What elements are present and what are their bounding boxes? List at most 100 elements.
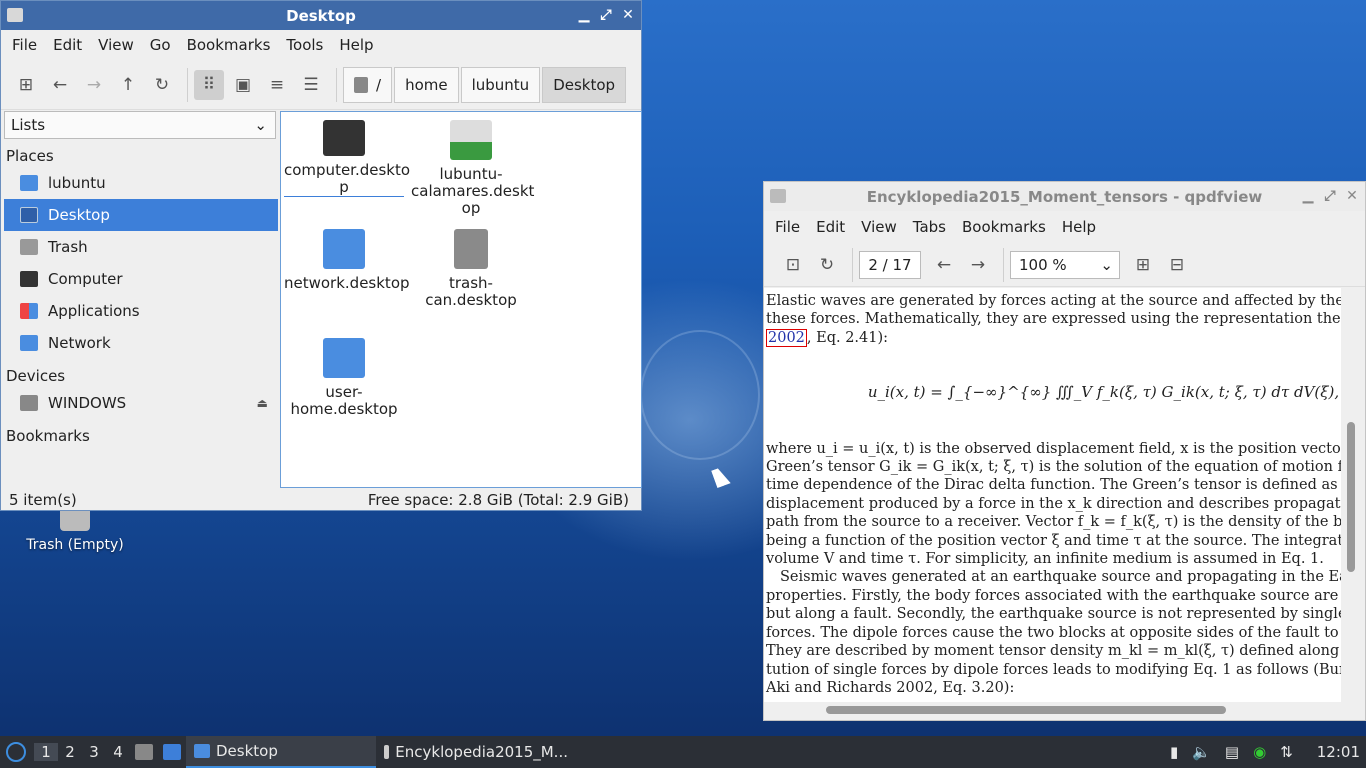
- menu-file[interactable]: File: [4, 36, 45, 54]
- breadcrumb-root[interactable]: /: [343, 66, 393, 103]
- file-manager-launcher-icon[interactable]: [135, 744, 153, 760]
- desktop-trash-icon[interactable]: Trash (Empty): [20, 505, 130, 553]
- icon-view-button[interactable]: ⠿: [194, 69, 224, 100]
- file-trash-can-desktop[interactable]: trash- can.desktop: [411, 221, 531, 309]
- network-folder-icon: [20, 335, 38, 351]
- menu-help[interactable]: Help: [331, 36, 381, 54]
- sidebar-item-network[interactable]: Network: [4, 327, 278, 359]
- workspace-4[interactable]: 4: [106, 743, 130, 761]
- folder-icon: [7, 8, 23, 22]
- breadcrumb-lubuntu[interactable]: lubuntu: [460, 66, 541, 103]
- network-icon[interactable]: ⇅: [1280, 743, 1293, 761]
- task-desktop[interactable]: Desktop: [186, 736, 376, 768]
- update-notifier-icon[interactable]: ◉: [1253, 743, 1266, 761]
- eject-icon[interactable]: ⏏: [257, 396, 268, 410]
- desktop-icon: [20, 207, 38, 223]
- menu-bookmarks[interactable]: Bookmarks: [179, 36, 279, 54]
- doc-line: being a function of the position vector …: [766, 532, 1341, 549]
- menu-file[interactable]: File: [767, 218, 808, 236]
- file-user-home-desktop[interactable]: user- home.desktop: [284, 330, 404, 418]
- file-network-desktop[interactable]: network.desktop: [284, 221, 410, 292]
- workspace-3[interactable]: 3: [82, 743, 106, 761]
- detailed-view-button[interactable]: ☰: [296, 70, 326, 100]
- sidebar-item-lubuntu[interactable]: lubuntu: [4, 167, 278, 199]
- minimize-button[interactable]: ▁: [577, 6, 591, 24]
- back-button[interactable]: ←: [45, 70, 75, 100]
- zoom-out-button[interactable]: ⊟: [1162, 250, 1192, 280]
- breadcrumb-desktop[interactable]: Desktop: [542, 66, 627, 103]
- close-button[interactable]: ✕: [1345, 187, 1359, 205]
- menu-help[interactable]: Help: [1054, 218, 1104, 236]
- pdf-viewer-window: Encyklopedia2015_Moment_tensors - qpdfvi…: [763, 181, 1366, 721]
- maximize-button[interactable]: ⤢: [599, 6, 613, 24]
- vertical-scrollbar[interactable]: [1347, 422, 1355, 572]
- sidebar-item-applications[interactable]: Applications: [4, 295, 278, 327]
- file-lubuntu-calamares-desktop[interactable]: lubuntu- calamares.deskt op: [411, 112, 535, 217]
- system-tray: ▮ 🔈 ▤ ◉ ⇅ 12:01: [1170, 743, 1366, 761]
- chevron-down-icon: ⌄: [1100, 255, 1113, 274]
- drive-icon: [354, 76, 368, 93]
- sidebar-item-trash[interactable]: Trash: [4, 231, 278, 263]
- new-tab-button[interactable]: ⊞: [11, 70, 41, 100]
- refresh-button[interactable]: ↻: [812, 250, 842, 280]
- fm-menubar: File Edit View Go Bookmarks Tools Help: [1, 30, 641, 60]
- compact-view-button[interactable]: ≡: [262, 70, 292, 100]
- file-computer-desktop[interactable]: computer.deskto p: [284, 112, 410, 197]
- horizontal-scrollbar[interactable]: [826, 706, 1226, 714]
- citation-link[interactable]: 2002: [766, 328, 807, 347]
- minimize-button[interactable]: ▁: [1301, 187, 1315, 205]
- side-pane-mode-value: Lists: [11, 116, 46, 134]
- sidebar-item-label: lubuntu: [48, 174, 106, 192]
- menu-view[interactable]: View: [90, 36, 142, 54]
- menu-tabs[interactable]: Tabs: [905, 218, 954, 236]
- task-label: Desktop: [216, 742, 278, 760]
- reload-button[interactable]: ↻: [147, 70, 177, 100]
- breadcrumb-home[interactable]: home: [394, 66, 459, 103]
- volume-icon[interactable]: 🔈: [1192, 743, 1211, 761]
- fm-titlebar[interactable]: Desktop ▁ ⤢ ✕: [1, 1, 641, 30]
- fm-toolbar: ⊞ ← → ↑ ↻ ⠿ ▣ ≡ ☰ / home lubuntu Desktop: [1, 60, 641, 110]
- file-view[interactable]: computer.deskto p lubuntu- calamares.des…: [280, 111, 642, 488]
- sidebar-item-computer[interactable]: Computer: [4, 263, 278, 295]
- doc-line: path from the source to a receiver. Vect…: [766, 514, 1341, 531]
- installer-icon: [450, 120, 492, 160]
- menu-go[interactable]: Go: [142, 36, 179, 54]
- doc-line: Aki and Richards 2002, Eq. 3.20):: [766, 679, 1015, 696]
- sidebar-item-desktop[interactable]: Desktop: [4, 199, 278, 231]
- sidebar-item-windows[interactable]: WINDOWS ⏏: [4, 387, 278, 419]
- maximize-button[interactable]: ⤢: [1323, 187, 1337, 205]
- file-label: lubuntu- calamares.deskt op: [411, 165, 535, 217]
- thumbnail-view-button[interactable]: ▣: [228, 70, 258, 100]
- zoom-in-button[interactable]: ⊞: [1128, 250, 1158, 280]
- start-menu-icon[interactable]: [6, 742, 26, 762]
- open-button[interactable]: ⊡: [778, 250, 808, 280]
- workspace-2[interactable]: 2: [58, 743, 82, 761]
- menu-edit[interactable]: Edit: [808, 218, 853, 236]
- doc-line: 2002, Eq. 2.41):: [766, 328, 889, 347]
- doc-line: forces. The dipole forces cause the two …: [766, 624, 1341, 641]
- up-button[interactable]: ↑: [113, 70, 143, 100]
- task-qpdfview[interactable]: Encyklopedia2015_M...: [376, 736, 576, 768]
- menu-bookmarks[interactable]: Bookmarks: [954, 218, 1054, 236]
- pdf-page-content[interactable]: Elastic waves are generated by forces ac…: [764, 288, 1341, 702]
- forward-button[interactable]: →: [79, 70, 109, 100]
- wallpaper-jellyfish: [640, 330, 760, 460]
- menu-tools[interactable]: Tools: [278, 36, 331, 54]
- previous-page-button[interactable]: ←: [929, 250, 959, 280]
- sidebar-item-label: Network: [48, 334, 111, 352]
- menu-view[interactable]: View: [853, 218, 905, 236]
- doc-line: where u_i = u_i(x, t) is the observed di…: [766, 440, 1341, 457]
- zoom-select[interactable]: 100 % ⌄: [1010, 250, 1120, 279]
- close-button[interactable]: ✕: [621, 6, 635, 24]
- clock[interactable]: 12:01: [1317, 743, 1360, 761]
- pdf-titlebar[interactable]: Encyklopedia2015_Moment_tensors - qpdfvi…: [764, 182, 1365, 211]
- side-pane-mode-select[interactable]: Lists ⌄: [4, 111, 276, 139]
- desktop-trash-label: Trash (Empty): [26, 537, 124, 553]
- drive-icon[interactable]: ▮: [1170, 743, 1178, 761]
- next-page-button[interactable]: →: [963, 250, 993, 280]
- workspace-1[interactable]: 1: [34, 743, 58, 761]
- menu-edit[interactable]: Edit: [45, 36, 90, 54]
- page-number-input[interactable]: 2 / 17: [859, 250, 921, 279]
- show-desktop-icon[interactable]: [163, 744, 181, 760]
- clipboard-icon[interactable]: ▤: [1225, 743, 1239, 761]
